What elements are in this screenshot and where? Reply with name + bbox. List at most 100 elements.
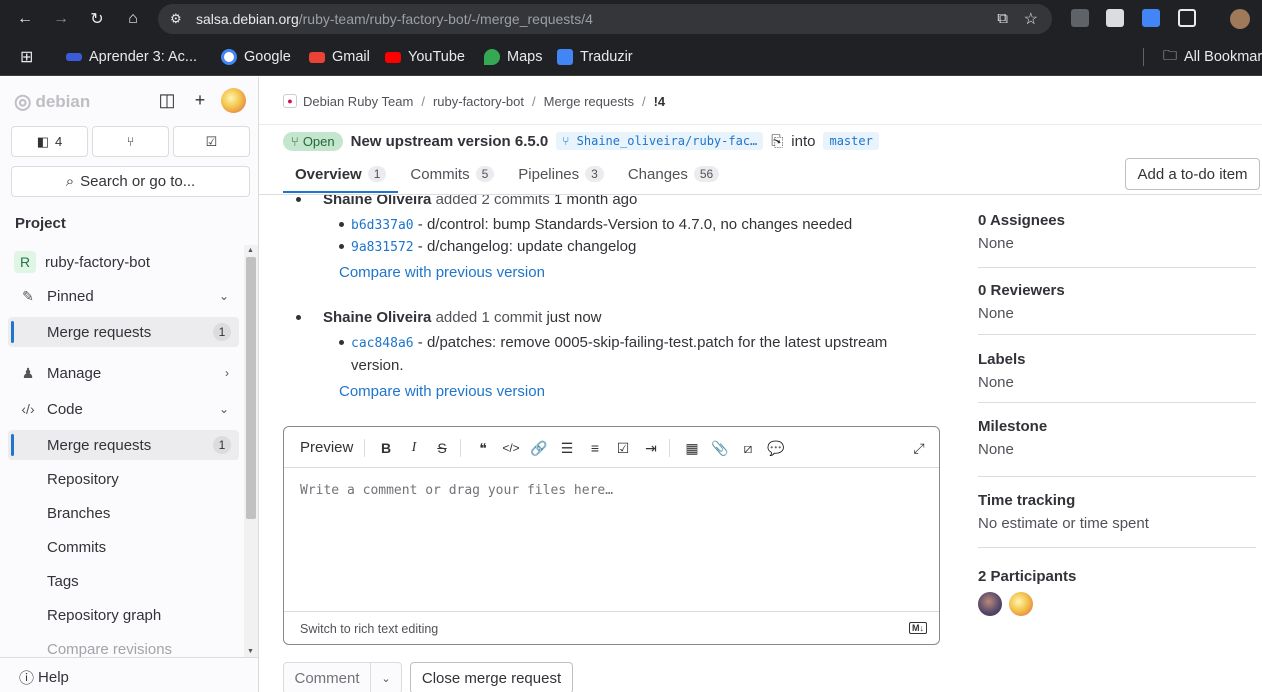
address-bar[interactable]: ⚙ salsa.debian.org/ruby-team/ruby-factor…: [158, 4, 1052, 34]
commit-sha-link[interactable]: b6d337a0: [351, 218, 414, 233]
debian-logo[interactable]: ◎ debian: [14, 89, 90, 114]
comment-button[interactable]: Comment: [283, 662, 371, 692]
sidebar-item-compare[interactable]: Compare revisions: [8, 634, 239, 658]
copy-branch-icon[interactable]: ⎘: [771, 133, 783, 150]
sidebar-item-code[interactable]: ‹/› Code ⌄: [8, 394, 239, 424]
todos-button[interactable]: ☑: [173, 126, 250, 157]
commit-item: b6d337a0 - d/control: bump Standards-Ver…: [351, 216, 853, 233]
bookmark-maps[interactable]: Maps: [484, 47, 542, 67]
fullscreen-icon[interactable]: ⤢: [909, 438, 929, 458]
sidebar-toggle-icon[interactable]: ◫: [156, 89, 178, 111]
bookmark-aprender[interactable]: Aprender 3: Ac...: [66, 47, 197, 67]
sidebar-item-manage[interactable]: ♟ Manage ›: [8, 358, 239, 388]
forward-icon[interactable]: →: [49, 7, 73, 31]
search-icon: ⌕: [65, 173, 75, 190]
tab-changes[interactable]: Changes 56: [616, 158, 731, 190]
comment-textarea[interactable]: [284, 469, 939, 611]
indent-icon[interactable]: ⇥: [641, 438, 661, 458]
bookmark-gmail[interactable]: Gmail: [309, 47, 370, 67]
activity-entry: Shaine Oliveira added 1 commit just now: [323, 309, 602, 326]
user-avatar[interactable]: [221, 88, 246, 113]
home-icon[interactable]: ⌂: [121, 7, 145, 31]
create-new-icon[interactable]: +: [189, 89, 211, 111]
issues-icon: ◧: [36, 133, 50, 149]
assignees-block[interactable]: 0 Assignees None: [978, 212, 1256, 252]
breadcrumb-group[interactable]: Debian Ruby Team: [303, 94, 413, 109]
tab-overview[interactable]: Overview 1: [283, 158, 399, 193]
comment-template-icon[interactable]: 💬: [766, 438, 786, 458]
rich-text-toggle[interactable]: Switch to rich text editing: [300, 622, 438, 636]
link-icon[interactable]: 🔗: [529, 438, 549, 458]
participants-block: 2 Participants: [978, 568, 1077, 585]
labels-block[interactable]: Labels None: [978, 351, 1256, 391]
commit-sha-link[interactable]: cac848a6: [351, 336, 414, 351]
preview-tab[interactable]: Preview: [300, 439, 353, 456]
bookmark-traduzir[interactable]: Traduzir: [557, 47, 633, 67]
quote-icon[interactable]: ❝: [473, 438, 493, 458]
reload-icon[interactable]: ↻: [85, 7, 109, 31]
bookmark-youtube[interactable]: YouTube: [385, 47, 465, 67]
bullet-list-icon[interactable]: ☰: [557, 438, 577, 458]
browser-toolbar: ← → ↻ ⌂ ⚙ salsa.debian.org/ruby-team/rub…: [0, 0, 1262, 38]
profile-avatar[interactable]: [1230, 9, 1250, 29]
sidebar-item-repository-graph[interactable]: Repository graph: [8, 600, 239, 630]
site-info-icon[interactable]: ⚙: [170, 11, 182, 27]
sidebar-item-merge-requests[interactable]: Merge requests 1: [8, 430, 239, 460]
target-branch[interactable]: master: [823, 132, 879, 150]
chevron-right-icon: ›: [225, 366, 229, 380]
participant-avatar[interactable]: [978, 592, 1002, 616]
sidebar-item-branches[interactable]: Branches: [8, 498, 239, 528]
search-go-button[interactable]: ⌕ Search or go to...: [11, 166, 250, 197]
all-bookmarks[interactable]: 🗀All Bookmarks: [1163, 47, 1262, 67]
issues-count-button[interactable]: ◧ 4: [11, 126, 88, 157]
source-branch[interactable]: ⑂ Shaine_oliveira/ruby-fac…: [556, 132, 764, 150]
sidebar-scrollbar[interactable]: ▲ ▼: [244, 245, 258, 657]
comment-dropdown-button[interactable]: ⌄: [370, 662, 402, 692]
install-app-icon[interactable]: ⧉: [997, 10, 1008, 27]
milestone-block[interactable]: Milestone None: [978, 418, 1256, 458]
scroll-down-icon[interactable]: ▼: [247, 648, 254, 655]
breadcrumb-current[interactable]: !4: [654, 94, 666, 109]
qr-code-icon[interactable]: [1106, 9, 1124, 27]
extension-icon[interactable]: [1071, 9, 1089, 27]
sidebar-item-project[interactable]: Rruby-factory-bot: [8, 247, 239, 277]
numbered-list-icon[interactable]: ≡: [585, 438, 605, 458]
back-icon[interactable]: ←: [13, 7, 37, 31]
translate-icon[interactable]: [1142, 9, 1160, 27]
close-merge-request-button[interactable]: Close merge request: [410, 662, 573, 692]
breadcrumb-project[interactable]: ruby-factory-bot: [433, 94, 524, 109]
merge-requests-button[interactable]: ⑂: [92, 126, 169, 157]
tab-commits[interactable]: Commits 5: [398, 158, 506, 190]
attach-file-icon[interactable]: 📎: [710, 438, 730, 458]
sidebar-item-tags[interactable]: Tags: [8, 566, 239, 596]
scrollbar-thumb[interactable]: [246, 257, 256, 519]
tab-pipelines[interactable]: Pipelines 3: [506, 158, 616, 190]
strikethrough-icon[interactable]: S: [432, 438, 452, 458]
italic-icon[interactable]: I: [404, 438, 424, 458]
compare-link[interactable]: Compare with previous version: [339, 264, 545, 281]
reviewers-block[interactable]: 0 Reviewers None: [978, 282, 1256, 322]
bold-icon[interactable]: B: [376, 438, 396, 458]
add-todo-button[interactable]: Add a to-do item: [1125, 158, 1260, 190]
extensions-puzzle-icon[interactable]: [1178, 9, 1196, 27]
time-tracking-block[interactable]: Time tracking No estimate or time spent: [978, 492, 1256, 532]
sidebar-item-repository[interactable]: Repository: [8, 464, 239, 494]
table-icon[interactable]: ▦: [682, 438, 702, 458]
compare-link[interactable]: Compare with previous version: [339, 383, 545, 400]
bookmark-google[interactable]: Google: [221, 47, 291, 67]
sidebar-item-pinned-merge-requests[interactable]: Merge requests 1: [8, 317, 239, 347]
code-icon[interactable]: </>: [501, 438, 521, 458]
slash-command-icon[interactable]: ⧄: [738, 438, 758, 458]
url-text: salsa.debian.org/ruby-team/ruby-factory-…: [196, 11, 593, 27]
sidebar-item-pinned[interactable]: ✎ Pinned ⌄: [8, 281, 239, 311]
participant-avatar[interactable]: [1009, 592, 1033, 616]
sidebar-nav: Rruby-factory-bot ✎ Pinned ⌄ Merge request…: [0, 247, 244, 657]
scroll-up-icon[interactable]: ▲: [247, 247, 254, 254]
apps-grid-icon[interactable]: ⊞: [20, 47, 33, 67]
star-icon[interactable]: ☆: [1024, 9, 1038, 29]
task-list-icon[interactable]: ☑: [613, 438, 633, 458]
breadcrumb-section[interactable]: Merge requests: [544, 94, 634, 109]
help-button[interactable]: ⓘ Help: [19, 667, 69, 688]
sidebar-item-commits[interactable]: Commits: [8, 532, 239, 562]
commit-sha-link[interactable]: 9a831572: [351, 240, 414, 255]
